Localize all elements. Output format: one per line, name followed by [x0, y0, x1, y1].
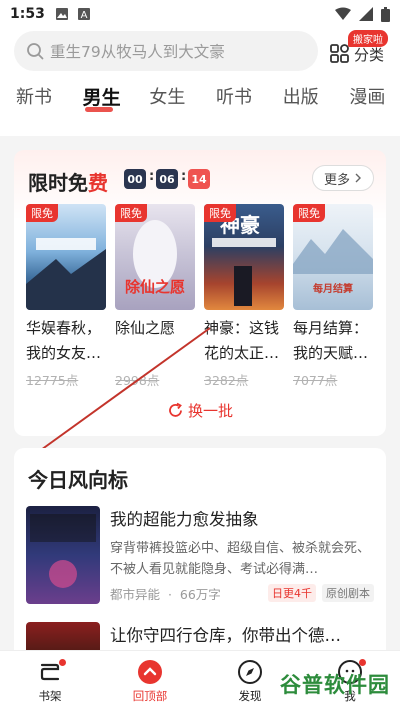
book-cover[interactable]: [26, 506, 100, 604]
original-badge: 原创剧本: [322, 584, 374, 602]
book-title: 除仙之愿: [115, 319, 176, 337]
tab-male[interactable]: 男生: [83, 83, 134, 123]
section-title: 今日风向标: [28, 468, 128, 492]
countdown-sep: :: [181, 169, 187, 184]
book-title: 每月结算： 我的天赋…: [293, 319, 369, 362]
countdown-sep: :: [149, 169, 155, 184]
update-badge: 日更4千: [268, 584, 316, 602]
book-cover: 神豪 限免: [204, 204, 284, 310]
search-icon: [27, 43, 44, 60]
previous-card-edge: [14, 128, 386, 136]
book-description: 穿背带裤投篮必中、超级自信、被杀就会死、不被人看见就能隐身、考试必得满…: [110, 541, 371, 577]
book-points: 7077点: [293, 373, 338, 388]
free-book-card[interactable]: 神豪 限免 神豪：这钱 花的太正… 3282点: [204, 204, 284, 389]
limited-free-section: 限时免费 00 : 06 : 14 更多 限免 华娱春秋， 我的女友… 12775…: [14, 150, 386, 436]
countdown-seconds: 14: [188, 169, 210, 189]
book-title[interactable]: 我的超能力愈发抽象: [110, 506, 259, 530]
book-points: 3282点: [204, 373, 249, 388]
status-time: 1:53: [10, 6, 45, 22]
countdown-minutes: 06: [156, 169, 178, 189]
tab-comics[interactable]: 漫画: [349, 83, 400, 123]
bookshelf-icon: [37, 659, 66, 685]
tab-new-books[interactable]: 新书: [16, 83, 67, 123]
back-to-top-icon: [137, 659, 163, 685]
book-cover: 除仙之愿 限免: [115, 204, 195, 310]
free-tag: 限免: [26, 204, 58, 222]
nav-back-to-top[interactable]: 回顶部: [120, 659, 180, 704]
book-meta: 都市异能 · 66万字: [110, 587, 221, 602]
book-title[interactable]: 让你守四行仓库，你带出个德…: [110, 622, 341, 646]
svg-text:每月结算: 每月结算: [313, 282, 353, 295]
active-tab-indicator: [84, 107, 113, 112]
free-book-card[interactable]: 限免 华娱春秋， 我的女友… 12775点: [26, 204, 106, 389]
compass-icon: [237, 659, 263, 685]
book-title: 华娱春秋， 我的女友…: [26, 319, 102, 362]
site-watermark: 谷普软件园: [280, 673, 390, 697]
chevron-right-icon: [355, 173, 361, 183]
free-tag: 限免: [115, 204, 147, 222]
refresh-batch-button[interactable]: 换一批: [14, 400, 386, 421]
battery-icon: [381, 6, 390, 22]
refresh-icon: [169, 402, 182, 417]
book-cover: 限免: [26, 204, 106, 310]
free-tag: 限免: [204, 204, 236, 222]
channel-tabs: 新书 男生 女生 听书 出版 漫画: [0, 83, 400, 123]
book-points: 12775点: [26, 373, 79, 388]
notification-dot: [359, 659, 366, 666]
svg-text:除仙之愿: 除仙之愿: [125, 278, 185, 296]
category-grid-icon: [330, 44, 349, 63]
more-button[interactable]: 更多: [312, 165, 374, 191]
free-book-card[interactable]: 除仙之愿 限免 除仙之愿 2998点: [115, 204, 195, 389]
tab-audio[interactable]: 听书: [216, 83, 267, 123]
status-bar: 1:53 A: [0, 0, 400, 28]
free-tag: 限免: [293, 204, 325, 222]
app-notification-icon: A: [77, 8, 90, 21]
book-points: 2998点: [115, 373, 160, 388]
trending-section: 今日风向标 我的超能力愈发抽象 穿背带裤投篮必中、超级自信、被杀就会死、不被人看…: [14, 448, 386, 658]
svg-text:A: A: [80, 10, 87, 21]
header: 重生79从牧马人到大文豪 搬家啦 分类 新书 男生 女生 听书 出版 漫画: [0, 28, 400, 136]
notification-dot: [59, 659, 66, 666]
search-placeholder: 重生79从牧马人到大文豪: [50, 43, 225, 61]
tab-female[interactable]: 女生: [149, 83, 200, 123]
nav-bookshelf[interactable]: 书架: [20, 659, 80, 704]
category-label: 分类: [354, 46, 385, 64]
wifi-icon: [335, 7, 351, 20]
category-button[interactable]: 搬家啦 分类: [328, 30, 388, 72]
section-title: 限时免费: [28, 171, 108, 195]
tab-publishing[interactable]: 出版: [283, 83, 334, 123]
free-book-card[interactable]: 每月结算 限免 每月结算： 我的天赋… 7077点: [293, 204, 373, 389]
book-title: 神豪：这钱 花的太正…: [204, 319, 280, 362]
countdown-hours: 00: [124, 169, 146, 189]
gallery-icon: [55, 8, 68, 20]
book-cover: 每月结算 限免: [293, 204, 373, 310]
search-bar[interactable]: 重生79从牧马人到大文豪: [14, 31, 318, 71]
signal-icon: [359, 7, 373, 21]
